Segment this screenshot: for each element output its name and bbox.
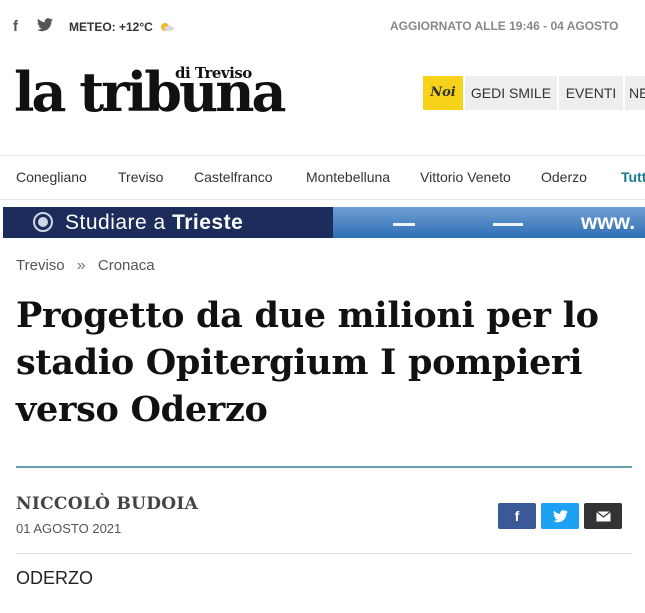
nav-noi[interactable]: Noi: [423, 76, 463, 110]
nav-eventi[interactable]: EVENTI: [559, 76, 623, 110]
facebook-icon[interactable]: f: [13, 18, 18, 35]
top-bar: f METEO: +12°C AGGIORNATO ALLE 19:46 - 0…: [0, 0, 645, 50]
site-logo[interactable]: la tribuna di Treviso: [14, 58, 324, 130]
divider: [0, 199, 645, 200]
logo-sub-text: di Treviso: [175, 64, 252, 82]
banner-url: www.: [581, 211, 636, 234]
share-twitter-button[interactable]: [541, 503, 579, 529]
breadcrumb-subsection[interactable]: Cronaca: [98, 257, 155, 274]
envelope-icon: [595, 511, 611, 522]
facebook-icon: f: [514, 508, 520, 524]
city-treviso[interactable]: Treviso: [118, 169, 163, 185]
title-rule: [16, 466, 632, 468]
article-location: ODERZO: [16, 568, 94, 588]
last-updated: AGGIORNATO ALLE 19:46 - 04 AGOSTO: [390, 19, 619, 33]
city-nav: Conegliano Treviso Castelfranco Montebel…: [16, 169, 645, 189]
share-email-button[interactable]: [584, 503, 622, 529]
divider: [0, 155, 645, 156]
breadcrumb-separator: »: [76, 257, 86, 274]
banner-text-bold: Trieste: [172, 211, 244, 234]
city-vittorio-veneto[interactable]: Vittorio Veneto: [420, 169, 511, 185]
twitter-icon[interactable]: [37, 18, 53, 36]
nav-ne[interactable]: NE: [625, 76, 645, 110]
sun-cloud-icon: [159, 18, 174, 31]
ship-icon: [393, 223, 415, 226]
breadcrumb: Treviso » Cronaca: [16, 257, 155, 275]
city-conegliano[interactable]: Conegliano: [16, 169, 87, 185]
breadcrumb-section[interactable]: Treviso: [16, 257, 65, 274]
banner-text-normal: Studiare a: [65, 211, 173, 234]
meteo-text: METEO: +12°C: [69, 20, 153, 34]
article-title: Progetto da due milioni per lo stadio Op…: [16, 295, 599, 430]
university-seal-center: [38, 217, 48, 227]
article-author[interactable]: NICCOLÒ BUDOIA: [16, 494, 198, 514]
banner-text: Studiare a Trieste: [65, 211, 243, 235]
city-castelfranco[interactable]: Castelfranco: [194, 169, 273, 185]
share-facebook-button[interactable]: f: [498, 503, 536, 529]
city-tutt[interactable]: Tutt: [621, 169, 645, 185]
ad-banner[interactable]: Studiare a Trieste www.: [3, 207, 645, 238]
twitter-icon: [552, 510, 568, 523]
city-oderzo[interactable]: Oderzo: [541, 169, 587, 185]
divider: [16, 553, 632, 554]
article-date: 01 AGOSTO 2021: [16, 521, 122, 536]
ship-icon: [493, 223, 523, 226]
city-montebelluna[interactable]: Montebelluna: [306, 169, 390, 185]
top-nav: Noi GEDI SMILE EVENTI NE: [423, 76, 645, 110]
nav-gedi-smile[interactable]: GEDI SMILE: [465, 76, 557, 110]
